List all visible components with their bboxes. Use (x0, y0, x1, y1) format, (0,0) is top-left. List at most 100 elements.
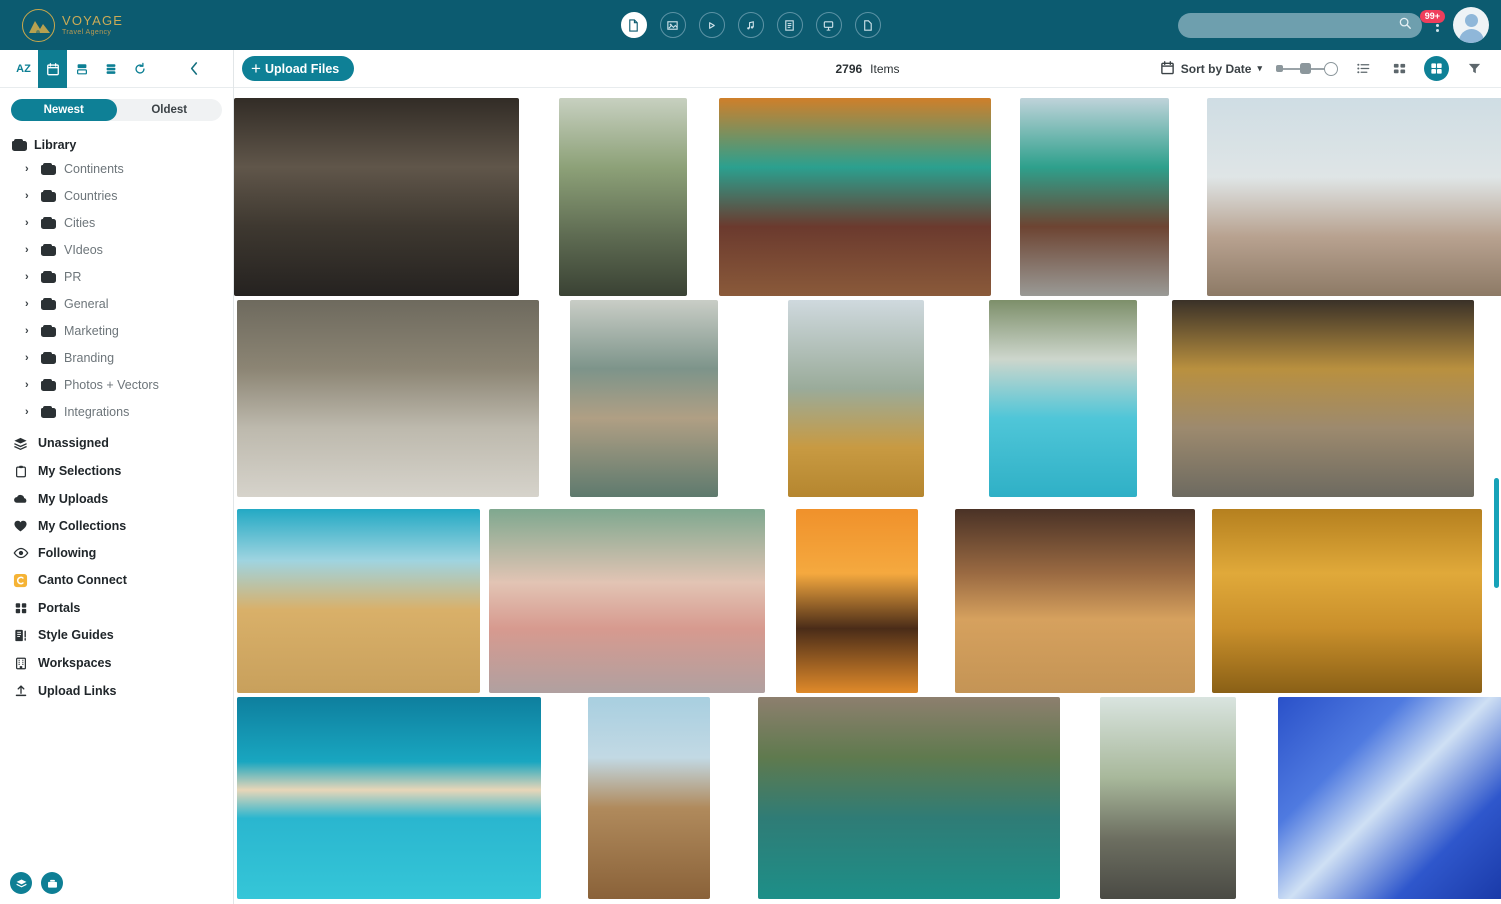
nav-other-files-icon[interactable] (854, 12, 881, 38)
tree-folder-item[interactable]: › Countries (0, 182, 233, 209)
tree-folder-item[interactable]: › PR (0, 263, 233, 290)
toggle-oldest[interactable]: Oldest (117, 99, 223, 121)
asset-thumbnail[interactable] (1278, 697, 1501, 899)
tree-folder-item[interactable]: › Cities (0, 209, 233, 236)
asset-thumbnail[interactable] (588, 697, 710, 899)
search-box[interactable] (1178, 12, 1422, 38)
asset-thumbnail[interactable] (1172, 300, 1474, 497)
sort-by-dropdown[interactable]: Sort by Date ▾ (1160, 60, 1262, 78)
asset-tile[interactable] (758, 697, 1060, 899)
chevron-right-icon[interactable]: › (25, 271, 33, 283)
asset-thumbnail[interactable] (1207, 98, 1501, 296)
asset-tile[interactable] (559, 98, 687, 296)
asset-tile[interactable] (796, 509, 918, 693)
nav-documents-icon[interactable] (776, 12, 803, 38)
asset-tile[interactable] (719, 98, 991, 296)
collapse-sidebar-button[interactable] (180, 50, 209, 88)
asset-tile[interactable] (1212, 509, 1482, 693)
tree-folder-item[interactable]: › Integrations (0, 398, 233, 425)
tree-root-library[interactable]: Library (0, 135, 233, 155)
chevron-right-icon[interactable]: › (25, 325, 33, 337)
asset-thumbnail[interactable] (559, 98, 687, 296)
user-avatar[interactable] (1453, 7, 1489, 43)
search-input[interactable] (1188, 18, 1398, 32)
tree-folder-item[interactable]: › General (0, 290, 233, 317)
sidebar-item-my-uploads[interactable]: My Uploads (0, 485, 233, 512)
asset-tile[interactable] (788, 300, 924, 497)
toggle-newest[interactable]: Newest (11, 99, 117, 121)
asset-tile[interactable] (237, 509, 480, 693)
chevron-right-icon[interactable]: › (25, 217, 33, 229)
sort-alpha-button[interactable]: AZ (9, 50, 38, 88)
asset-tile[interactable] (1207, 98, 1501, 296)
view-compact-button[interactable] (67, 50, 96, 88)
nav-images-icon[interactable] (659, 12, 686, 38)
list-view-button[interactable] (1352, 58, 1374, 80)
nav-videos-icon[interactable] (698, 12, 725, 38)
asset-tile[interactable] (234, 98, 519, 296)
asset-tile[interactable] (1100, 697, 1236, 899)
chevron-right-icon[interactable]: › (25, 352, 33, 364)
asset-thumbnail[interactable] (1020, 98, 1169, 296)
asset-thumbnail[interactable] (955, 509, 1195, 693)
asset-tile[interactable] (1020, 98, 1169, 296)
scrollbar-thumb[interactable] (1494, 478, 1499, 588)
asset-tile[interactable] (237, 697, 541, 899)
tree-folder-item[interactable]: › VIdeos (0, 236, 233, 263)
grid-view-button[interactable] (1388, 58, 1410, 80)
refresh-button[interactable] (125, 50, 154, 88)
tree-folder-item[interactable]: › Continents (0, 155, 233, 182)
chevron-right-icon[interactable]: › (25, 298, 33, 310)
asset-thumbnail[interactable] (796, 509, 918, 693)
asset-grid[interactable] (234, 88, 1501, 904)
nav-all-files-icon[interactable] (620, 12, 647, 38)
chevron-right-icon[interactable]: › (25, 244, 33, 256)
sidebar-item-following[interactable]: Following (0, 539, 233, 566)
asset-thumbnail[interactable] (1100, 697, 1236, 899)
sidebar-item-workspaces[interactable]: Workspaces (0, 649, 233, 677)
view-expanded-button[interactable] (96, 50, 125, 88)
sidebar-item-unassigned[interactable]: Unassigned (0, 429, 233, 457)
tree-folder-item[interactable]: › Branding (0, 344, 233, 371)
chevron-right-icon[interactable]: › (25, 190, 33, 202)
notification-badge[interactable]: 99+ (1419, 10, 1445, 23)
nav-presentations-icon[interactable] (815, 12, 842, 38)
asset-thumbnail[interactable] (788, 300, 924, 497)
asset-tile[interactable] (1172, 300, 1474, 497)
asset-thumbnail[interactable] (234, 98, 519, 296)
asset-tile[interactable] (588, 697, 710, 899)
asset-tile[interactable] (570, 300, 718, 497)
thumbnail-size-slider[interactable] (1276, 61, 1338, 76)
asset-thumbnail[interactable] (719, 98, 991, 296)
sidebar-item-canto-connect[interactable]: Canto Connect (0, 566, 233, 594)
basket-button[interactable] (41, 872, 63, 894)
chevron-right-icon[interactable]: › (25, 379, 33, 391)
asset-thumbnail[interactable] (489, 509, 765, 693)
grid-scrollbar[interactable] (1494, 128, 1499, 904)
asset-tile[interactable] (1278, 697, 1501, 899)
asset-thumbnail[interactable] (1212, 509, 1482, 693)
layers-stack-button[interactable] (10, 872, 32, 894)
asset-thumbnail[interactable] (237, 300, 539, 497)
search-icon[interactable] (1398, 16, 1412, 35)
asset-thumbnail[interactable] (237, 697, 541, 899)
chevron-right-icon[interactable]: › (25, 406, 33, 418)
asset-tile[interactable] (955, 509, 1195, 693)
sidebar-item-portals[interactable]: Portals (0, 594, 233, 621)
upload-files-button[interactable]: + Upload Files (242, 56, 355, 81)
asset-thumbnail[interactable] (758, 697, 1060, 899)
sidebar-item-my-collections[interactable]: My Collections (0, 512, 233, 539)
tile-view-button[interactable] (1424, 56, 1449, 81)
asset-thumbnail[interactable] (570, 300, 718, 497)
tree-folder-item[interactable]: › Marketing (0, 317, 233, 344)
asset-tile[interactable] (489, 509, 765, 693)
asset-tile[interactable] (237, 300, 539, 497)
asset-tile[interactable] (989, 300, 1137, 497)
sort-date-button[interactable] (38, 49, 67, 88)
chevron-right-icon[interactable]: › (25, 163, 33, 175)
filter-button[interactable] (1463, 58, 1485, 80)
asset-thumbnail[interactable] (989, 300, 1137, 497)
sidebar-item-style-guides[interactable]: Style Guides (0, 621, 233, 649)
asset-thumbnail[interactable] (237, 509, 480, 693)
sidebar-item-upload-links[interactable]: Upload Links (0, 677, 233, 704)
